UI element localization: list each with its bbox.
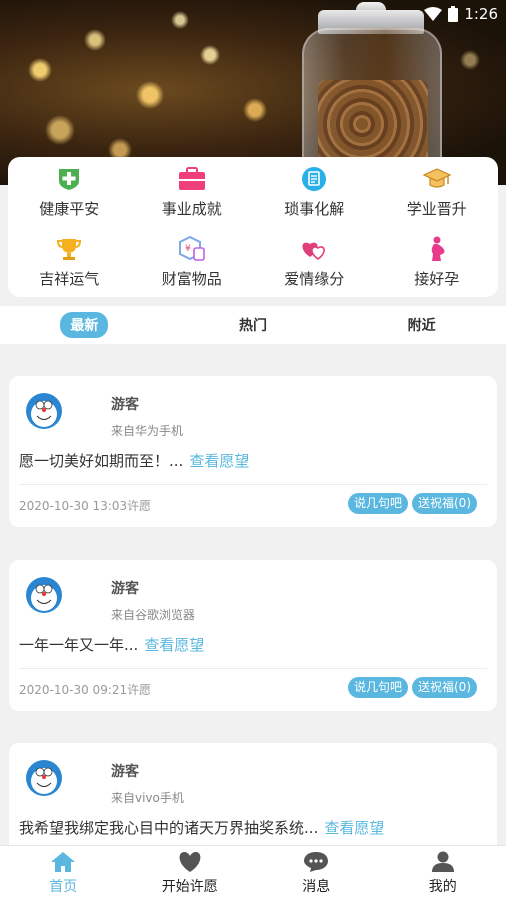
category-label: 事业成就: [161, 199, 222, 218]
tab-popular[interactable]: 热门: [169, 306, 338, 344]
post-actions: 说几句吧 送祝福(0): [347, 493, 477, 515]
status-bar: 1:26: [424, 4, 498, 24]
view-wish-link[interactable]: 查看愿望: [144, 636, 204, 654]
tab-label: 热门: [239, 318, 267, 334]
graduation-cap-icon: [422, 166, 451, 192]
post-time: 2020-10-30 13:03许愿: [19, 499, 152, 513]
view-wish-link[interactable]: 查看愿望: [189, 452, 249, 470]
bless-button[interactable]: 送祝福(0): [412, 493, 477, 515]
wish-text: 我希望我绑定我心目中的诸天万界抽奖系统... 查看愿望: [19, 817, 384, 838]
tab-nearby[interactable]: 附近: [337, 306, 506, 344]
category-career[interactable]: 事业成就: [131, 157, 254, 227]
user-name: 游客: [111, 764, 139, 780]
user-name: 游客: [111, 397, 139, 413]
nav-home[interactable]: 首页: [0, 846, 127, 900]
category-grid: 健康平安 事业成就 琐事化解 学业晋升 吉祥运气 ¥ 财富物品 爱情缘分 接好孕: [8, 157, 498, 297]
wish-content: 愿一切美好如期而至！...: [19, 452, 184, 470]
bless-button[interactable]: 送祝福(0): [412, 677, 477, 699]
tab-label: 最新: [60, 312, 109, 338]
nav-label: 首页: [49, 878, 78, 895]
category-label: 学业晋升: [406, 199, 467, 218]
pregnancy-icon: [423, 236, 451, 262]
post-source: 来自谷歌浏览器: [111, 608, 196, 622]
status-time: 1:26: [464, 5, 498, 23]
category-label: 吉祥运气: [39, 269, 100, 288]
post-source: 来自vivo手机: [111, 791, 184, 805]
tab-latest[interactable]: 最新: [0, 306, 169, 344]
user-name: 游客: [111, 581, 139, 597]
home-icon: [51, 851, 76, 872]
nav-label: 开始许愿: [161, 878, 218, 895]
battery-icon: [448, 6, 459, 22]
post-time: 2020-10-30 09:21许愿: [19, 683, 152, 697]
divider: [19, 484, 487, 485]
wish-card[interactable]: 游客 来自华为手机 愿一切美好如期而至！... 查看愿望 2020-10-30 1…: [9, 376, 497, 527]
category-chores[interactable]: 琐事化解: [253, 157, 376, 227]
avatar[interactable]: [25, 576, 63, 614]
bottom-nav: 首页 开始许愿 消息 我的: [0, 845, 506, 900]
avatar[interactable]: [25, 759, 63, 797]
nav-make-wish[interactable]: 开始许愿: [127, 846, 254, 900]
nav-label: 消息: [302, 878, 331, 895]
category-health[interactable]: 健康平安: [8, 157, 131, 227]
category-label: 健康平安: [39, 199, 100, 218]
trophy-icon: [55, 236, 83, 262]
message-icon: [304, 851, 329, 872]
post-source: 来自华为手机: [111, 424, 184, 438]
wish-content: 一年一年又一年...: [19, 636, 139, 654]
category-pregnancy[interactable]: 接好孕: [376, 227, 499, 297]
briefcase-icon: [178, 166, 206, 192]
category-love[interactable]: 爱情缘分: [253, 227, 376, 297]
comment-button[interactable]: 说几句吧: [347, 493, 408, 515]
wish-text: 一年一年又一年... 查看愿望: [19, 634, 204, 655]
hearts-icon: [300, 236, 328, 262]
wish-content: 我希望我绑定我心目中的诸天万界抽奖系统...: [19, 819, 319, 837]
wealth-hexagon-icon: ¥: [178, 235, 206, 262]
wish-text: 愿一切美好如期而至！... 查看愿望: [19, 450, 249, 471]
comment-button[interactable]: 说几句吧: [347, 677, 408, 699]
avatar[interactable]: [25, 392, 63, 430]
health-cross-icon: [55, 166, 83, 192]
nav-mine[interactable]: 我的: [380, 846, 506, 900]
user-icon: [431, 851, 454, 872]
wifi-icon: [424, 7, 443, 21]
post-actions: 说几句吧 送祝福(0): [347, 677, 477, 699]
category-label: 爱情缘分: [284, 269, 345, 288]
nav-label: 我的: [428, 878, 457, 895]
svg-text:¥: ¥: [185, 244, 191, 254]
category-label: 接好孕: [414, 269, 460, 288]
feed-tabs: 最新 热门 附近: [0, 306, 506, 344]
view-wish-link[interactable]: 查看愿望: [324, 819, 384, 837]
category-wealth[interactable]: ¥ 财富物品: [131, 227, 254, 297]
divider: [19, 668, 487, 669]
heart-icon: [179, 851, 201, 872]
nav-messages[interactable]: 消息: [253, 846, 380, 900]
wish-card[interactable]: 游客 来自谷歌浏览器 一年一年又一年... 查看愿望 2020-10-30 09:…: [9, 560, 497, 711]
tab-label: 附近: [407, 318, 436, 334]
notepad-icon: [300, 166, 328, 192]
category-study[interactable]: 学业晋升: [376, 157, 499, 227]
category-label: 琐事化解: [284, 199, 345, 218]
category-luck[interactable]: 吉祥运气: [8, 227, 131, 297]
category-label: 财富物品: [161, 269, 222, 288]
